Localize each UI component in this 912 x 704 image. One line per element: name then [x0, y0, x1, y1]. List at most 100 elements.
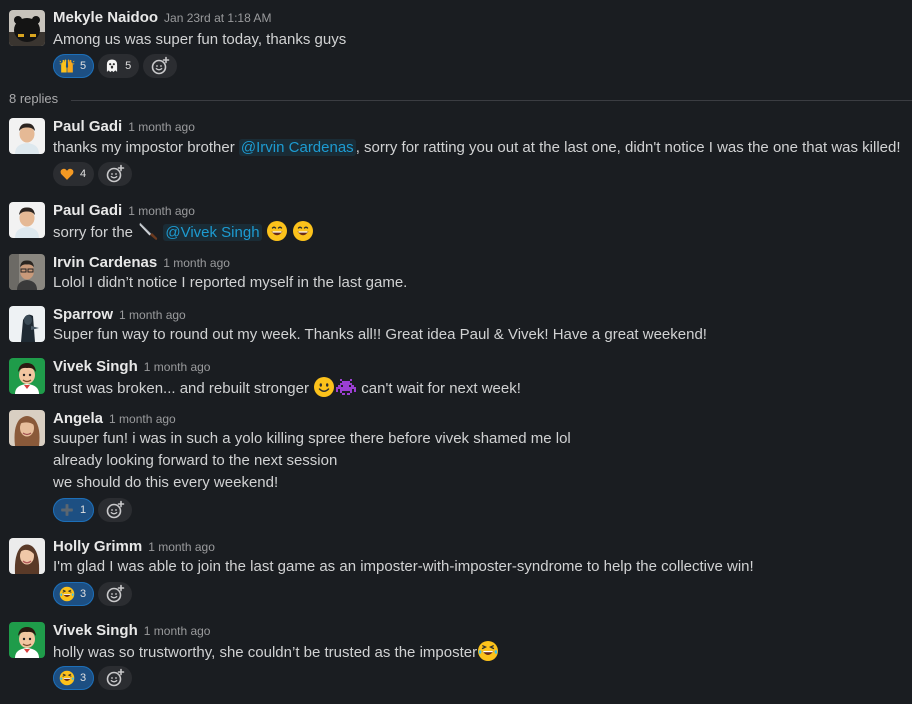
avatar-mekyle-icon: [9, 10, 45, 46]
message-text: I'm glad I was able to join the last gam…: [53, 558, 754, 575]
reaction-joy[interactable]: 3: [53, 666, 95, 690]
reaction-count: 1: [80, 504, 87, 516]
avatar-vivek-icon: [9, 622, 45, 658]
mention-vivek[interactable]: @Vivek Singh: [163, 224, 262, 241]
author-name[interactable]: Sparrow: [53, 306, 113, 323]
orange-heart-icon: [59, 166, 75, 182]
add-reaction-button[interactable]: [143, 54, 178, 78]
message-text: Among us was super fun today, thanks guy…: [53, 31, 347, 48]
thread-panel: Mekyle Naidoo Jan 23rd at 1:18 AM Among u…: [0, 0, 912, 704]
timestamp[interactable]: 1 month ago: [144, 624, 211, 638]
reaction-count: 4: [80, 168, 87, 180]
text-segment: trust was broken... and rebuilt stronger: [53, 380, 314, 397]
reaction-bar: 4: [53, 162, 133, 186]
author-name[interactable]: Paul Gadi: [53, 118, 122, 135]
text-segment: holly was so trustworthy, she couldn’t b…: [53, 644, 478, 661]
message-line: already looking forward to the next sess…: [53, 452, 338, 469]
joy-icon: [59, 586, 75, 602]
add-reaction-icon: [105, 668, 125, 688]
joy-icon: [59, 670, 75, 686]
avatar[interactable]: [9, 254, 45, 290]
avatar[interactable]: [9, 358, 45, 394]
ghost-icon: [104, 58, 120, 74]
message-text: Lolol I didn’t notice I reported myself …: [53, 274, 408, 291]
message-text: thanks my impostor brother @Irvin Carden…: [53, 137, 901, 159]
timestamp[interactable]: 1 month ago: [148, 540, 215, 554]
add-reaction-button[interactable]: [98, 162, 133, 186]
timestamp[interactable]: 1 month ago: [119, 308, 186, 322]
reaction-ghost[interactable]: 5: [98, 54, 140, 78]
parent-message: Mekyle Naidoo Jan 23rd at 1:18 AM Among u…: [0, 0, 912, 90]
author-name[interactable]: Mekyle Naidoo: [53, 9, 158, 26]
reply-message: Vivek Singh 1 month ago holly was so trus…: [0, 614, 912, 704]
message-text: Super fun way to round out my week. Than…: [53, 326, 707, 343]
message-line: suuper fun! i was in such a yolo killing…: [53, 430, 571, 447]
timestamp[interactable]: 1 month ago: [128, 120, 195, 134]
avatar[interactable]: [9, 10, 45, 46]
avatar-paul-icon: [9, 202, 45, 238]
avatar[interactable]: [9, 118, 45, 154]
reaction-heavy-plus-sign[interactable]: 1: [53, 498, 95, 522]
author-name[interactable]: Vivek Singh: [53, 358, 138, 375]
reply-message: Paul Gadi 1 month ago sorry for the @Vive…: [0, 194, 912, 246]
reply-message: Vivek Singh 1 month ago trust was broken.…: [0, 350, 912, 402]
smile-icon: [292, 220, 314, 242]
reply-message: Holly Grimm 1 month ago I'm glad I was ab…: [0, 530, 912, 614]
avatar-holly-icon: [9, 538, 45, 574]
avatar[interactable]: [9, 538, 45, 574]
timestamp[interactable]: 1 month ago: [163, 256, 230, 270]
reaction-raised-hands[interactable]: 5: [53, 54, 95, 78]
author-name[interactable]: Paul Gadi: [53, 202, 122, 219]
knife-icon: [137, 220, 159, 242]
add-reaction-button[interactable]: [98, 666, 133, 690]
avatar[interactable]: [9, 410, 45, 446]
joy-icon: [477, 640, 499, 662]
reply-message: Angela 1 month ago suuper fun! i was in s…: [0, 402, 912, 530]
reply-message: Sparrow 1 month ago Super fun way to roun…: [0, 298, 912, 350]
add-reaction-icon: [105, 584, 125, 604]
add-reaction-icon: [150, 56, 170, 76]
add-reaction-icon: [105, 500, 125, 520]
text-segment: , sorry for ratting you out at the last …: [355, 139, 901, 156]
message-text: sorry for the @Vivek Singh: [53, 220, 314, 244]
avatar[interactable]: [9, 622, 45, 658]
divider-line: [71, 100, 912, 101]
author-name[interactable]: Irvin Cardenas: [53, 254, 157, 271]
timestamp[interactable]: 1 month ago: [144, 360, 211, 374]
add-reaction-button[interactable]: [98, 498, 133, 522]
reaction-orange-heart[interactable]: 4: [53, 162, 95, 186]
reaction-joy[interactable]: 3: [53, 582, 95, 606]
avatar-sparrow-icon: [9, 306, 45, 342]
text-segment: can't wait for next week!: [357, 380, 521, 397]
timestamp[interactable]: Jan 23rd at 1:18 AM: [164, 11, 271, 25]
reaction-count: 5: [125, 60, 132, 72]
add-reaction-button[interactable]: [98, 582, 133, 606]
timestamp[interactable]: 1 month ago: [109, 412, 176, 426]
reaction-bar: 1: [53, 498, 133, 522]
message-line: we should do this every weekend!: [53, 474, 279, 491]
avatar[interactable]: [9, 306, 45, 342]
reaction-count: 3: [80, 672, 87, 684]
reaction-count: 3: [80, 588, 87, 600]
text-segment: sorry for the: [53, 224, 138, 241]
replies-divider: 8 replies: [9, 90, 912, 110]
smile-icon: [266, 220, 288, 242]
mention-irvin[interactable]: @Irvin Cardenas: [238, 139, 356, 156]
author-name[interactable]: Vivek Singh: [53, 622, 138, 639]
text-segment: thanks my impostor brother: [53, 139, 239, 156]
timestamp[interactable]: 1 month ago: [128, 204, 195, 218]
avatar-vivek-icon: [9, 358, 45, 394]
author-name[interactable]: Holly Grimm: [53, 538, 142, 555]
reaction-count: 5: [80, 60, 87, 72]
replies-count: 8 replies: [9, 91, 59, 106]
reply-message: Irvin Cardenas 1 month ago Lolol I didn’t…: [0, 246, 912, 298]
message-text: holly was so trustworthy, she couldn’t b…: [53, 640, 499, 664]
avatar[interactable]: [9, 202, 45, 238]
add-reaction-icon: [105, 164, 125, 184]
plus-icon: [59, 502, 75, 518]
avatar-irvin-icon: [9, 254, 45, 290]
reaction-bar: 3: [53, 666, 133, 690]
slight-smile-icon: [313, 376, 335, 398]
author-name[interactable]: Angela: [53, 410, 103, 427]
reply-message: Paul Gadi 1 month ago thanks my impostor …: [0, 110, 912, 194]
